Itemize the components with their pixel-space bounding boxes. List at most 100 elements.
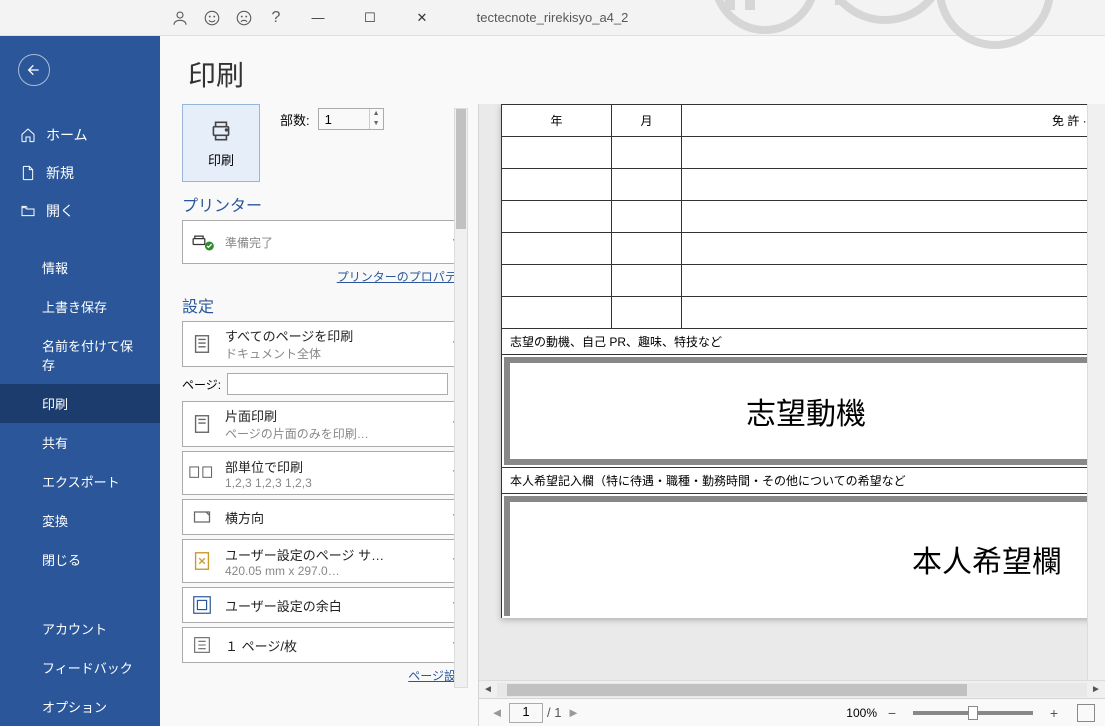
printer-selector[interactable]: 準備完了 ▼ (182, 220, 468, 264)
sidebar-item-save[interactable]: 上書き保存 (0, 287, 160, 326)
orientation-selector[interactable]: 横方向 ▼ (182, 499, 468, 535)
zoom-out-button[interactable]: − (885, 705, 899, 721)
sidebar-item-share[interactable]: 共有 (0, 423, 160, 462)
sidebar-label: 共有 (42, 433, 68, 452)
print-button[interactable]: 印刷 (182, 104, 260, 182)
sidebar-label: 上書き保存 (42, 297, 107, 316)
sidebar-item-home[interactable]: ホーム (0, 116, 160, 154)
sidebar-item-feedback[interactable]: フィードバック (0, 648, 160, 687)
landscape-icon (189, 504, 215, 530)
margins-selector[interactable]: ユーザー設定の余白 ▼ (182, 587, 468, 623)
copies-value: 1 (319, 112, 369, 127)
scroll-left-button[interactable]: ◄ (479, 682, 497, 698)
pages-input[interactable] (227, 373, 448, 395)
print-range-selector[interactable]: すべてのページを印刷ドキュメント全体 ▼ (182, 321, 468, 367)
motive-header: 志望の動機、自己 PR、趣味、特技など (502, 329, 1105, 355)
settings-section-label: 設定 (182, 293, 214, 317)
sidebar-item-open[interactable]: 開く (0, 192, 160, 230)
printer-ready-icon (189, 229, 215, 255)
sel-sub: ドキュメント全体 (225, 345, 445, 362)
copies-input[interactable]: 1 ▲▼ (318, 108, 384, 130)
sidebar-item-saveas[interactable]: 名前を付けて保存 (0, 326, 160, 384)
sidebar-item-info[interactable]: 情報 (0, 248, 160, 287)
collate-icon (189, 460, 215, 486)
sidebar-item-export[interactable]: エクスポート (0, 462, 160, 501)
sidebar-item-print[interactable]: 印刷 (0, 384, 160, 423)
margins-icon (189, 592, 215, 618)
sel-title: 部単位で印刷 (225, 457, 445, 476)
copies-up[interactable]: ▲ (370, 109, 383, 119)
sidebar-label: 開く (46, 201, 74, 221)
sidebar-label: 情報 (42, 258, 68, 277)
smile-icon[interactable] (202, 8, 222, 28)
home-icon (20, 127, 36, 143)
sidebar-label: 変換 (42, 511, 68, 530)
sel-title: ユーザー設定のページ サ… (225, 545, 445, 564)
print-button-label: 印刷 (208, 150, 234, 169)
next-page-button[interactable]: ► (565, 705, 581, 720)
minimize-button[interactable]: ― (298, 4, 338, 32)
col-month: 月 (612, 105, 682, 137)
page-total: / 1 (547, 705, 561, 720)
sidebar-item-options[interactable]: オプション (0, 687, 160, 726)
pages-per-sheet-icon (189, 632, 215, 658)
hscroll-thumb[interactable] (507, 684, 967, 696)
folder-open-icon (20, 203, 36, 219)
sidebar-label: 印刷 (42, 394, 68, 413)
help-icon[interactable]: ? (266, 8, 286, 28)
document-icon (189, 331, 215, 357)
sidebar-label: ホーム (46, 125, 88, 145)
motive-big: 志望動機 (746, 389, 866, 433)
back-button[interactable] (18, 54, 50, 86)
zoom-slider[interactable] (913, 711, 1033, 715)
page-title: 印刷 (188, 54, 1077, 94)
preview-vscrollbar[interactable] (1087, 104, 1105, 680)
zoom-label: 100% (846, 706, 877, 720)
sidebar-item-new[interactable]: 新規 (0, 154, 160, 192)
printer-section-label: プリンター (182, 192, 262, 216)
sel-sub: 1,2,3 1,2,3 1,2,3 (225, 476, 445, 490)
zoom-thumb[interactable] (968, 706, 978, 720)
col-year: 年 (502, 105, 612, 137)
copies-down[interactable]: ▼ (370, 119, 383, 129)
zoom-in-button[interactable]: + (1047, 705, 1061, 721)
sidebar-item-close[interactable]: 閉じる (0, 540, 160, 579)
document-page: 年月免 許 · 資 志望の動機、自己 PR、趣味、特技など 志望動機 本人希望記… (501, 104, 1105, 618)
prev-page-button[interactable]: ◄ (489, 705, 505, 720)
fit-to-page-button[interactable] (1077, 704, 1095, 722)
controls-scrollbar[interactable] (454, 108, 468, 688)
user-icon[interactable] (170, 8, 190, 28)
close-button[interactable]: ✕ (402, 4, 442, 32)
page-number-input[interactable]: 1 (509, 703, 543, 723)
sidebar-label: 新規 (46, 163, 74, 183)
sidebar: ホーム 新規 開く 情報 上書き保存 名前を付けて保存 印刷 共有 エクスポート… (0, 36, 160, 726)
sidebar-item-convert[interactable]: 変換 (0, 501, 160, 540)
page-size-icon (189, 548, 215, 574)
preview-hscrollbar[interactable]: ◄ ► (479, 680, 1105, 698)
copies-label: 部数: (280, 110, 310, 129)
frown-icon[interactable] (234, 8, 254, 28)
sel-title: 片面印刷 (225, 406, 445, 425)
sel-title: 横方向 (225, 508, 445, 527)
scrollbar-thumb[interactable] (456, 109, 466, 229)
oneside-icon (189, 411, 215, 437)
sel-sub: 420.05 mm x 297.0… (225, 564, 445, 578)
sidebar-label: 名前を付けて保存 (42, 336, 140, 374)
sidebar-label: フィードバック (42, 658, 133, 677)
print-preview: 年月免 許 · 資 志望の動機、自己 PR、趣味、特技など 志望動機 本人希望記… (478, 104, 1105, 726)
maximize-button[interactable]: ☐ (350, 4, 390, 32)
papersize-selector[interactable]: ユーザー設定のページ サ…420.05 mm x 297.0… ▼ (182, 539, 468, 583)
sidebar-label: 閉じる (42, 550, 81, 569)
scroll-right-button[interactable]: ► (1087, 682, 1105, 698)
collate-selector[interactable]: 部単位で印刷1,2,3 1,2,3 1,2,3 ▼ (182, 451, 468, 495)
sidebar-item-account[interactable]: アカウント (0, 609, 160, 648)
pagesper-selector[interactable]: １ ページ/枚 ▼ (182, 627, 468, 663)
printer-status: 準備完了 (225, 234, 445, 251)
sel-sub: ページの片面のみを印刷… (225, 425, 445, 442)
request-big: 本人希望欄 (912, 537, 1062, 581)
request-header: 本人希望記入欄（特に待遇・職種・勤務時間・その他についての希望など (502, 468, 1105, 494)
sel-title: すべてのページを印刷 (225, 326, 445, 345)
printer-properties-link[interactable]: プリンターのプロパティ (337, 270, 468, 284)
sides-selector[interactable]: 片面印刷ページの片面のみを印刷… ▼ (182, 401, 468, 447)
pages-label: ページ: (182, 376, 221, 393)
